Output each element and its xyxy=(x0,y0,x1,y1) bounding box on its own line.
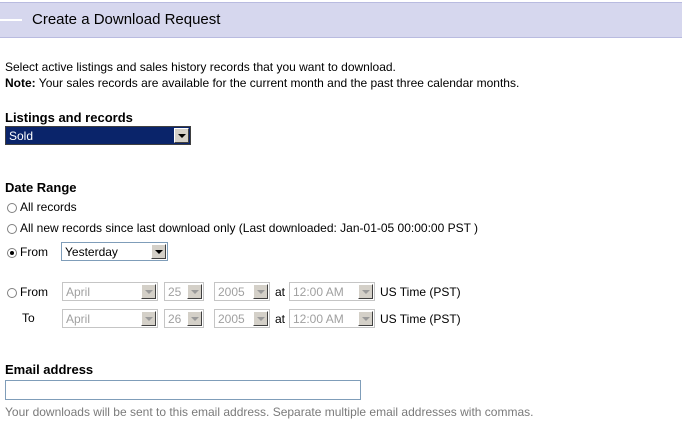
radio-new-records-label: All new records since last download only… xyxy=(20,221,479,235)
from-year-value: 2005 xyxy=(218,285,245,299)
note-text: Your sales records are available for the… xyxy=(38,76,520,90)
to-month-value: April xyxy=(66,312,91,326)
note-label: Note: xyxy=(5,76,36,90)
intro-note: Note: Your sales records are available f… xyxy=(5,76,519,90)
to-year-value: 2005 xyxy=(218,312,245,326)
to-day-select[interactable]: 26 xyxy=(164,309,204,328)
date-range-title: Date Range xyxy=(5,180,77,195)
radio-all-records[interactable] xyxy=(7,203,17,213)
from-preset-select[interactable]: Yesterday xyxy=(61,242,168,261)
listings-select[interactable]: Sold xyxy=(5,126,191,145)
chevron-down-icon[interactable] xyxy=(141,284,156,299)
email-title: Email address xyxy=(5,362,94,377)
from-time-value: 12:00 AM xyxy=(293,285,344,299)
radio-new-records[interactable] xyxy=(7,224,17,234)
listings-selected-value: Sold xyxy=(9,129,34,143)
chevron-down-icon[interactable] xyxy=(253,311,268,326)
chevron-down-icon[interactable] xyxy=(151,244,166,259)
from-timezone-label: US Time (PST) xyxy=(380,285,461,299)
email-field[interactable] xyxy=(5,380,361,400)
chevron-down-icon[interactable] xyxy=(358,311,373,326)
email-hint: Your downloads will be sent to this emai… xyxy=(5,405,534,419)
chevron-down-icon[interactable] xyxy=(187,284,202,299)
from-preset-value: Yesterday xyxy=(65,245,118,259)
to-month-select[interactable]: April xyxy=(62,309,158,328)
radio-from-preset-label: From xyxy=(20,245,48,259)
radio-all-records-label: All records xyxy=(20,200,77,214)
from-month-select[interactable]: April xyxy=(62,282,158,301)
to-time-select[interactable]: 12:00 AM xyxy=(289,309,375,328)
chevron-down-icon[interactable] xyxy=(174,128,189,143)
from-day-value: 25 xyxy=(168,285,182,299)
listings-title: Listings and records xyxy=(5,110,133,125)
chevron-down-icon[interactable] xyxy=(187,311,202,326)
from-day-select[interactable]: 25 xyxy=(164,282,204,301)
to-time-value: 12:00 AM xyxy=(293,312,344,326)
chevron-down-icon[interactable] xyxy=(253,284,268,299)
from-year-select[interactable]: 2005 xyxy=(214,282,270,301)
to-timezone-label: US Time (PST) xyxy=(380,312,461,326)
radio-custom-range[interactable] xyxy=(7,288,17,298)
page-title: Create a Download Request xyxy=(32,11,221,28)
from-time-select[interactable]: 12:00 AM xyxy=(289,282,375,301)
intro-text: Select active listings and sales history… xyxy=(5,60,396,74)
section-header: Create a Download Request xyxy=(0,2,682,38)
radio-from-preset[interactable] xyxy=(7,248,17,258)
to-year-select[interactable]: 2005 xyxy=(214,309,270,328)
chevron-down-icon[interactable] xyxy=(358,284,373,299)
custom-from-label: From xyxy=(20,285,48,299)
from-at-label: at xyxy=(275,285,286,299)
chevron-down-icon[interactable] xyxy=(141,311,156,326)
header-accent-bar xyxy=(0,19,22,21)
custom-to-label: To xyxy=(22,311,35,325)
from-month-value: April xyxy=(66,285,91,299)
to-at-label: at xyxy=(275,312,286,326)
to-day-value: 26 xyxy=(168,312,182,326)
